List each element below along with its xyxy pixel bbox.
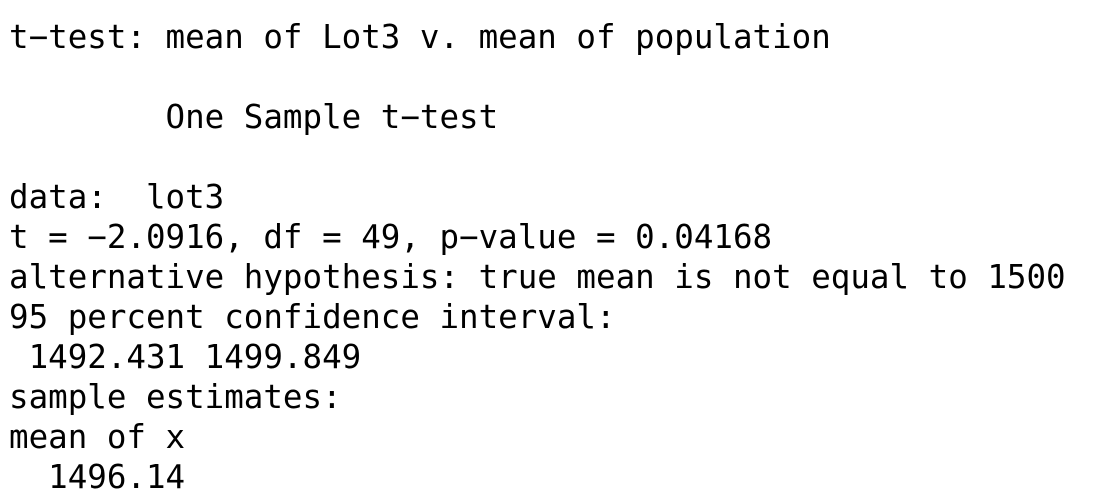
console-output: t−test: mean of Lot3 v. mean of populati… [0,0,1102,502]
confidence-interval-values: 1492.431 1499.849 [9,338,362,376]
estimate-name: mean of x [9,418,186,456]
test-statistics-line: t = −2.0916, df = 49, p−value = 0.04168 [9,218,773,256]
sample-estimates-label: sample estimates: [9,378,342,416]
data-line: data: lot3 [9,178,225,216]
confidence-interval-label: 95 percent confidence interval: [9,298,616,336]
test-heading-line: t−test: mean of Lot3 v. mean of populati… [9,18,831,56]
alternative-hypothesis-line: alternative hypothesis: true mean is not… [9,258,1066,296]
test-method-line: One Sample t−test [9,98,499,136]
estimate-value: 1496.14 [9,458,186,496]
